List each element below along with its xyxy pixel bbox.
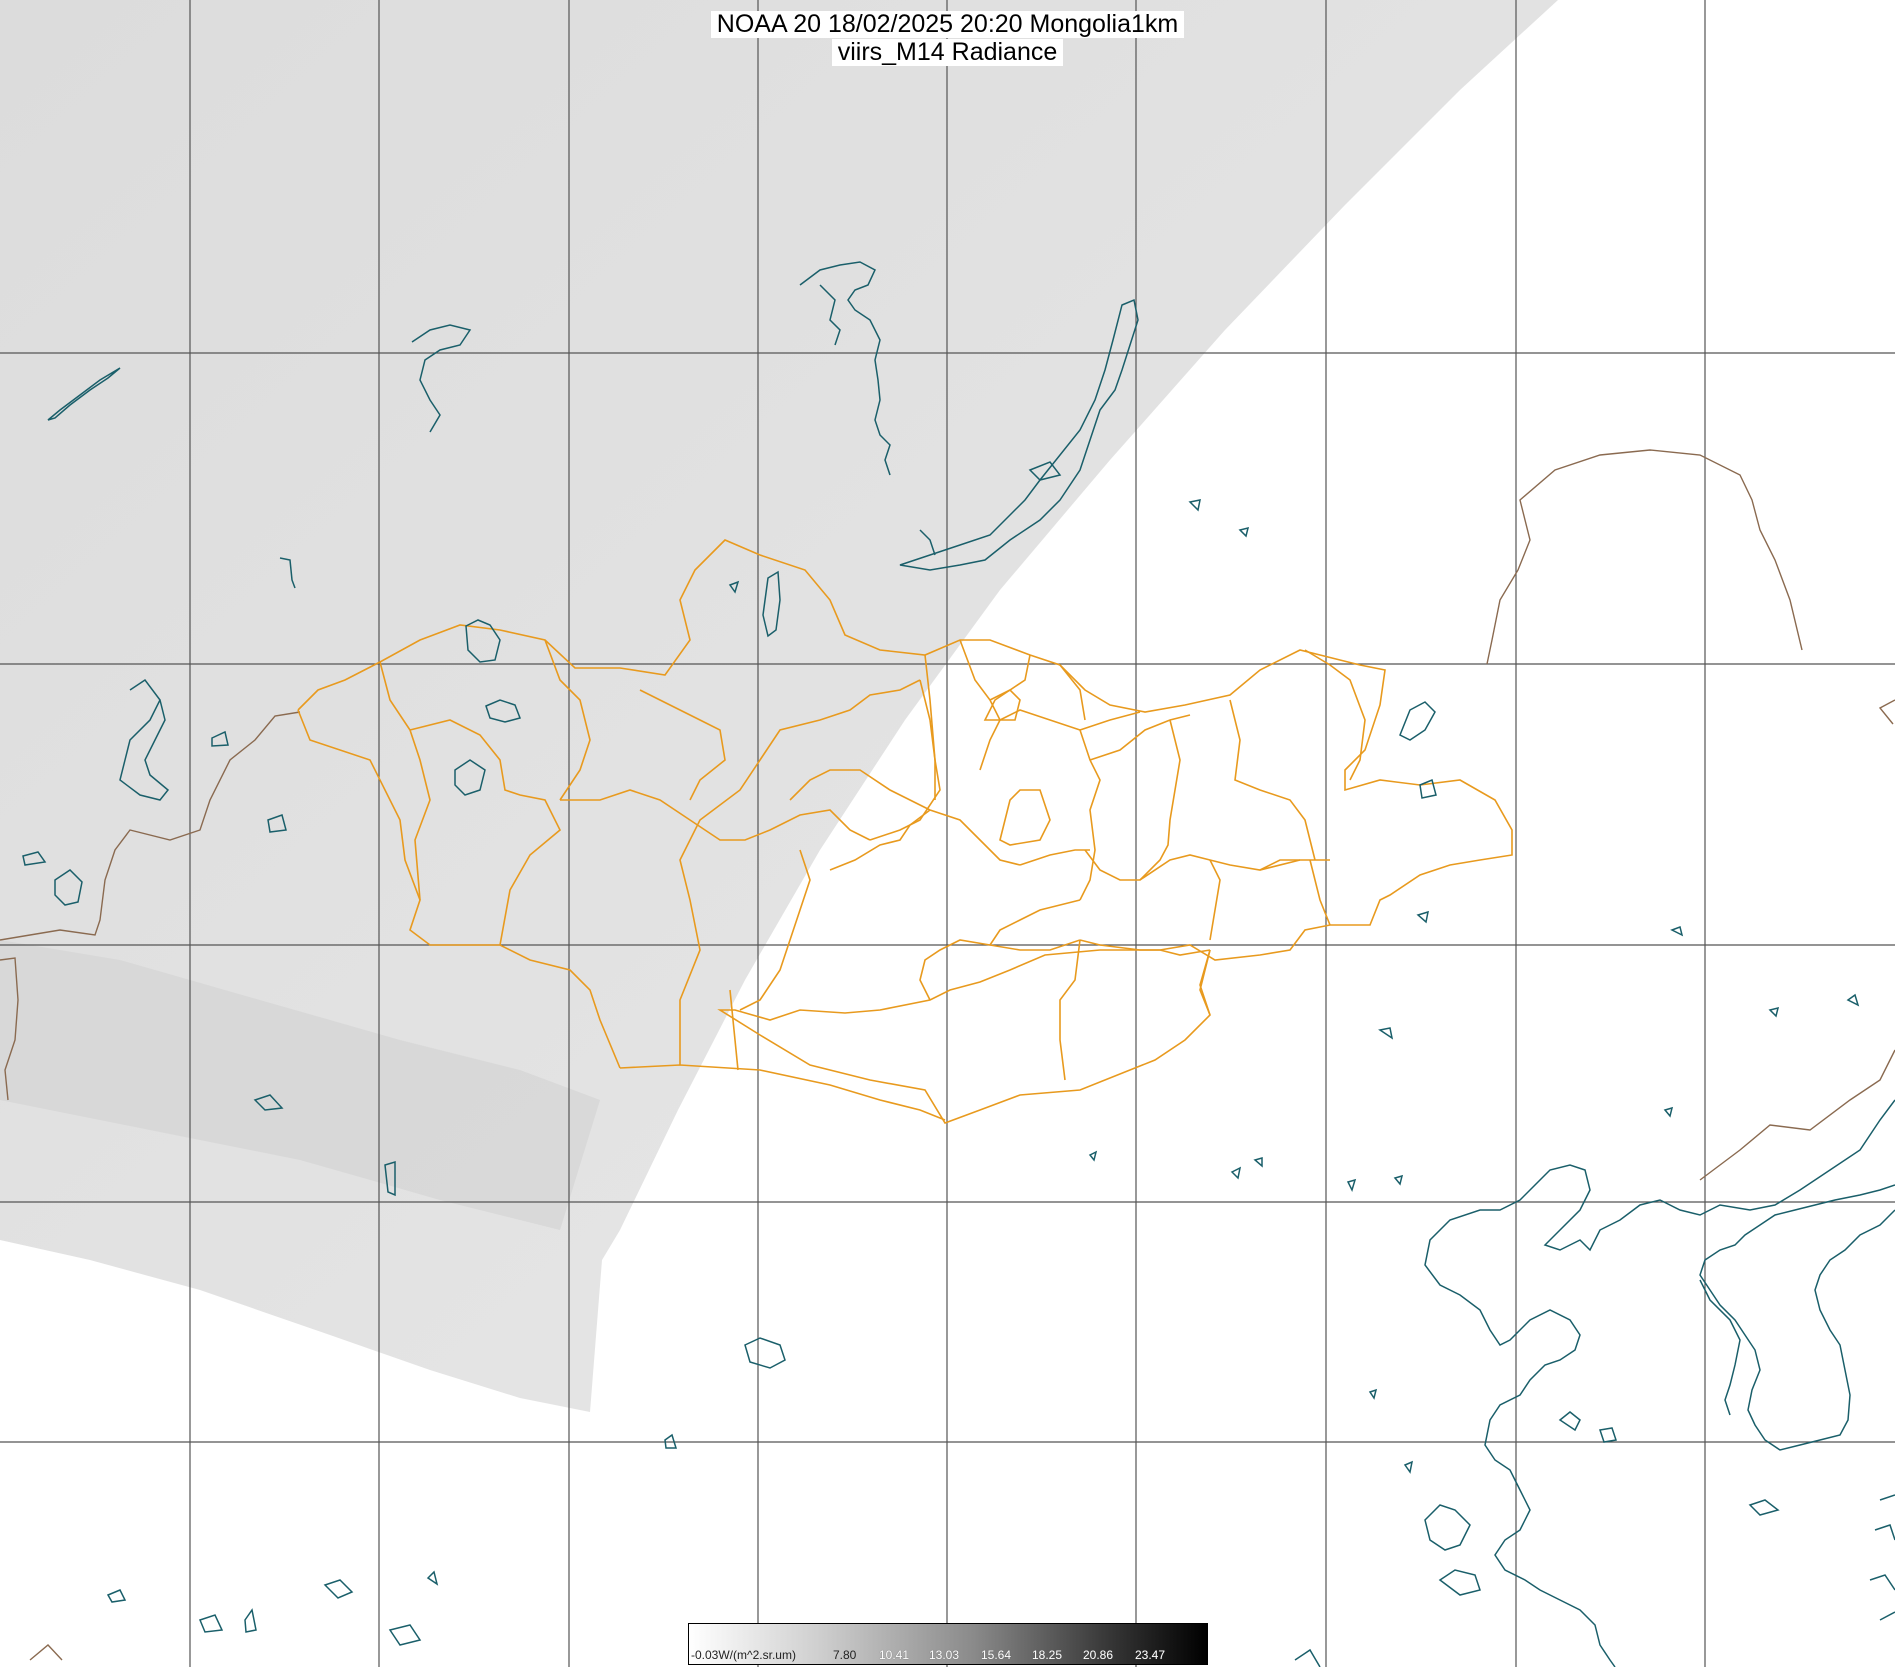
- satellite-map: NOAA 20 18/02/2025 20:20 Mongolia1km vii…: [0, 0, 1895, 1667]
- colorbar-tick: 20.86: [1083, 1648, 1114, 1662]
- map-subtitle: viirs_M14 Radiance: [0, 39, 1895, 66]
- colorbar-tick: 13.03: [929, 1648, 960, 1662]
- colorbar-tick: 15.64: [981, 1648, 1012, 1662]
- map-title: NOAA 20 18/02/2025 20:20 Mongolia1km: [0, 11, 1895, 38]
- colorbar-tick: 7.80: [833, 1648, 857, 1662]
- colorbar-tick: 23.47: [1135, 1648, 1166, 1662]
- map-canvas: [0, 0, 1895, 1667]
- title-line-1: NOAA 20 18/02/2025 20:20 Mongolia1km: [710, 11, 1185, 38]
- satellite-swath: [0, 0, 1558, 1412]
- colorbar-tick: 18.25: [1032, 1648, 1063, 1662]
- korea-coastline: [1699, 1184, 1895, 1451]
- colorbar-unit-label: -0.03W/(m^2.sr.um): [691, 1648, 796, 1662]
- colorbar-legend: -0.03W/(m^2.sr.um) 7.80 10.41 13.03 15.6…: [688, 1623, 1208, 1665]
- east-asia-coastline: [1424, 1099, 1895, 1667]
- colorbar-tick: 10.41: [879, 1648, 910, 1662]
- title-line-2: viirs_M14 Radiance: [831, 39, 1064, 66]
- colorbar-ticks: -0.03W/(m^2.sr.um) 7.80 10.41 13.03 15.6…: [689, 1648, 1207, 1664]
